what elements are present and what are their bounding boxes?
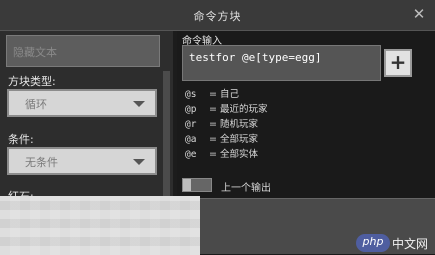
watermark: php 中文网	[356, 233, 434, 253]
block-type-dropdown[interactable]: 循环	[7, 89, 157, 117]
selector-hints: @s = 自己 @p = 最近的玩家 @r = 随机玩家 @a = 全部玩家 @e = 全…	[185, 87, 267, 162]
title-bar: 命令方块 ✕	[0, 0, 435, 31]
condition-label: 条件:	[8, 133, 34, 146]
hint-line: @a = 全部玩家	[185, 134, 258, 145]
command-block-window: 命令方块 ✕ 隐藏文本 方块类型: 循环 条件: 无条件 红石: 命令输入 te…	[0, 0, 435, 255]
hint-line: @e = 全部实体	[185, 149, 258, 160]
chevron-down-icon	[133, 101, 145, 107]
hint-line: @p = 最近的玩家	[185, 104, 268, 115]
hint-line: @s = 自己	[185, 89, 239, 100]
add-command-button[interactable]: +	[384, 49, 412, 77]
hover-note-placeholder: 隐藏文本	[13, 46, 57, 59]
toggle-knob	[183, 179, 191, 191]
hint-line: @r = 随机玩家	[185, 119, 258, 130]
command-input[interactable]: testfor @e[type=egg]	[182, 45, 381, 81]
block-type-label: 方块类型:	[8, 75, 56, 88]
window-title: 命令方块	[193, 10, 242, 23]
command-text: testfor @e[type=egg]	[189, 51, 322, 64]
previous-output-toggle[interactable]	[182, 178, 212, 192]
condition-value: 无条件	[25, 156, 58, 169]
previous-output-label: 上一个输出	[221, 183, 271, 194]
chevron-down-icon	[133, 159, 145, 165]
watermark-badge: php	[362, 235, 384, 248]
close-icon[interactable]: ✕	[409, 4, 429, 24]
condition-dropdown[interactable]: 无条件	[7, 147, 157, 175]
block-type-value: 循环	[25, 98, 47, 111]
blurred-region	[0, 196, 200, 255]
command-panel: 命令输入 testfor @e[type=egg] + @s = 自己 @p = 最…	[177, 31, 435, 255]
watermark-text: 中文网	[392, 237, 429, 251]
watermark-logo: php	[356, 234, 390, 252]
hover-note-input[interactable]: 隐藏文本	[6, 35, 160, 67]
